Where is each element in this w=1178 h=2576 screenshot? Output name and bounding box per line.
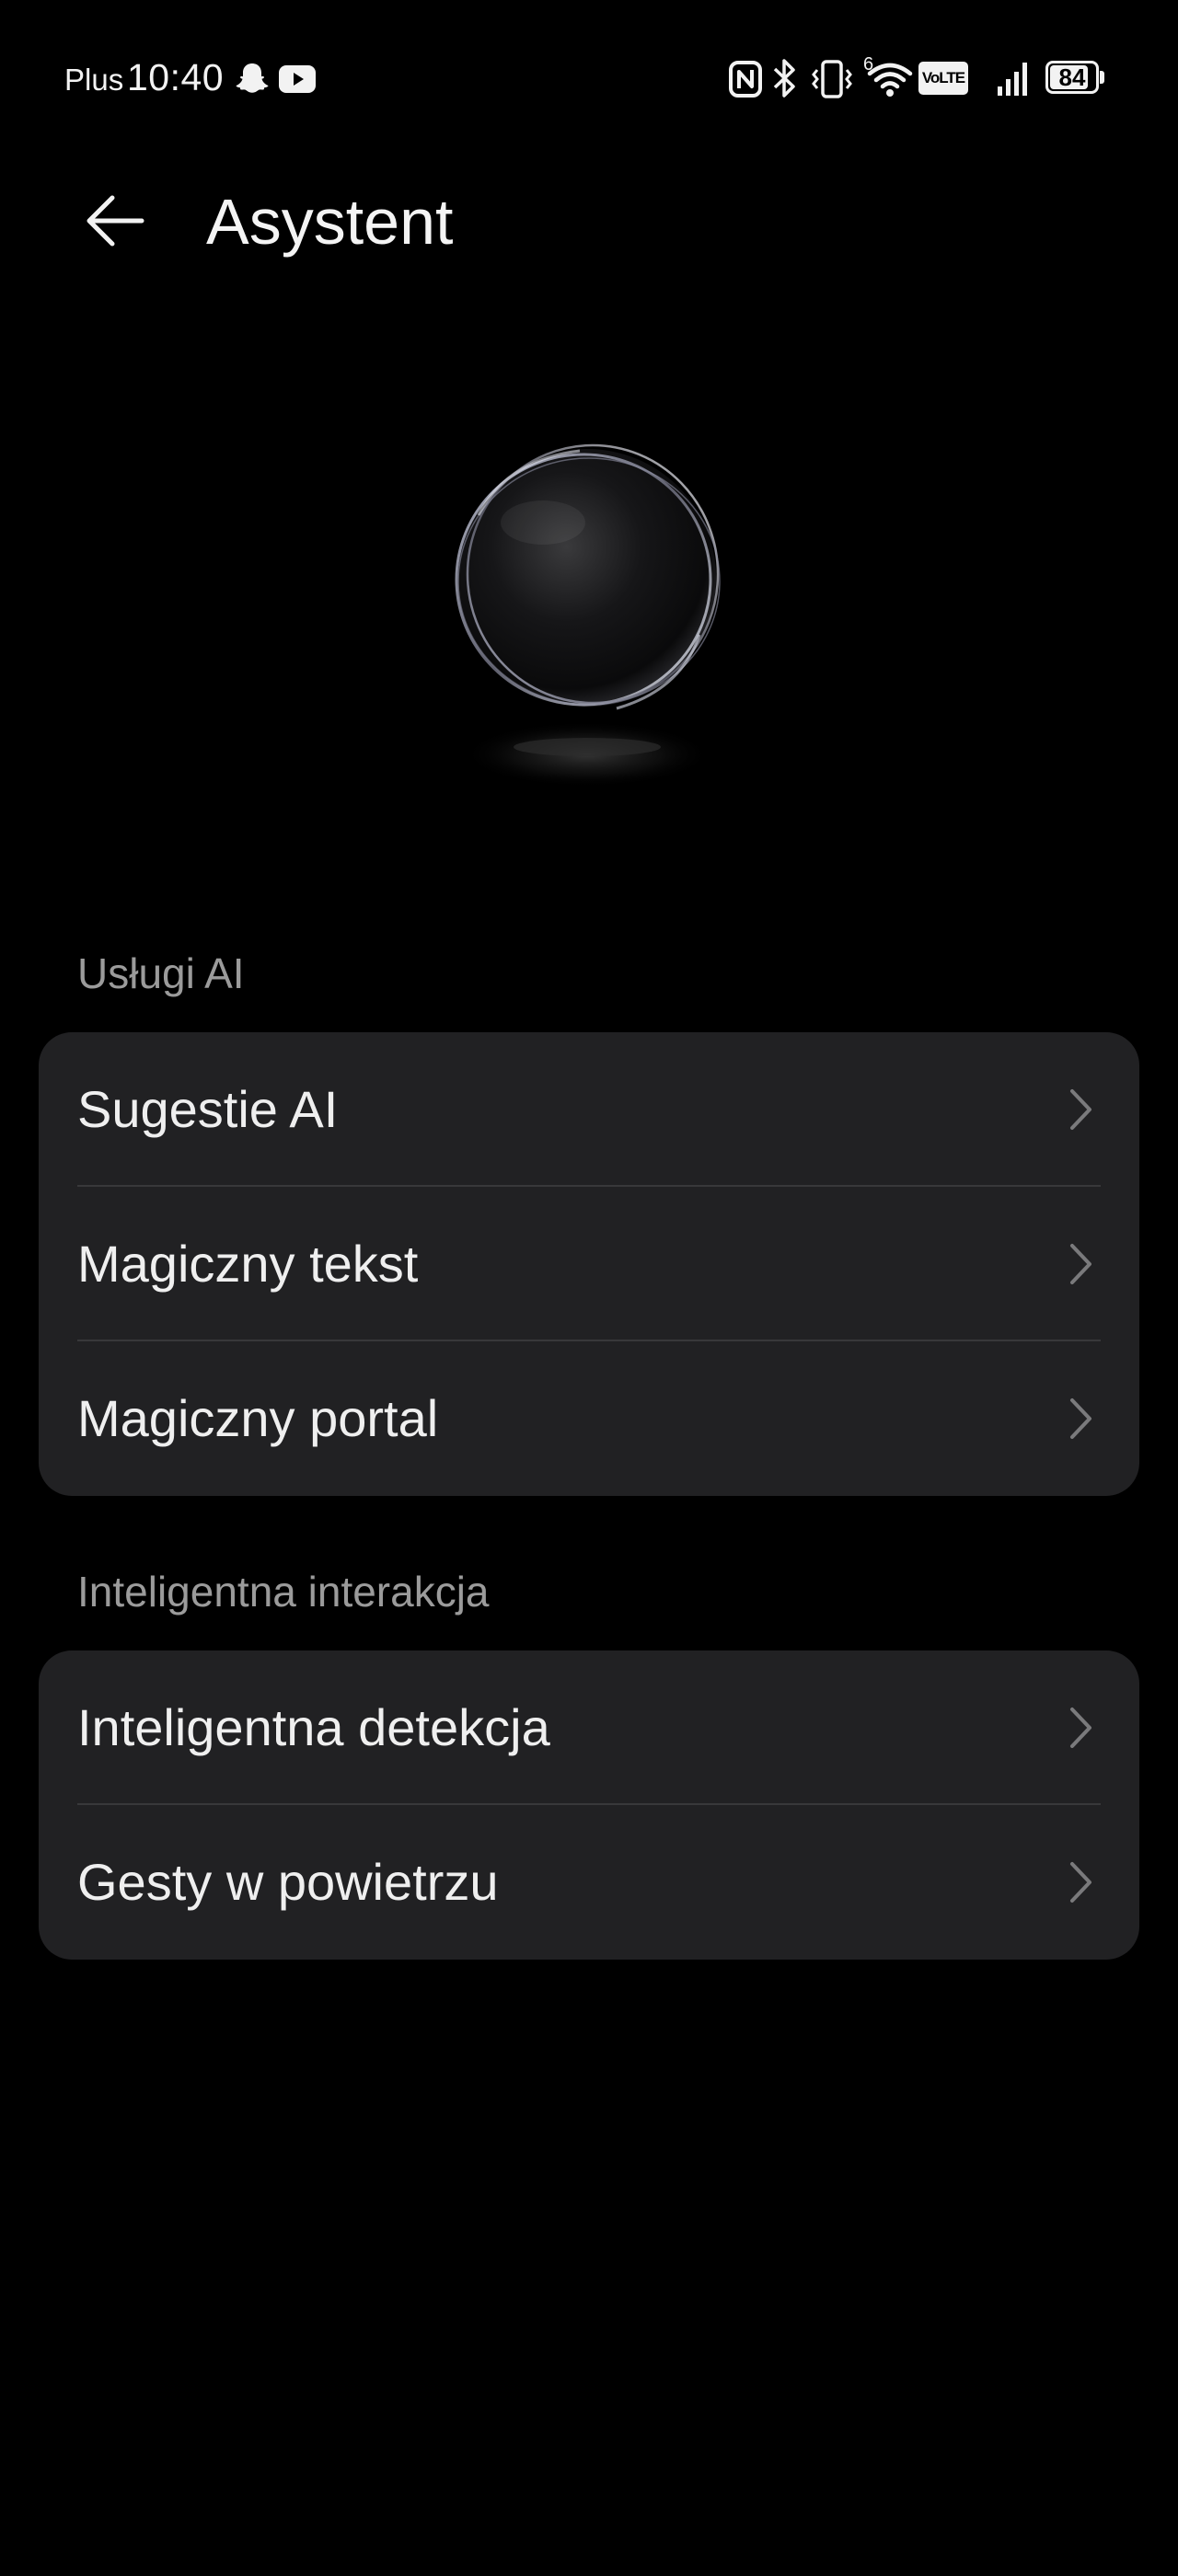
settings-row-air-gestures[interactable]: Gesty w powietrzu <box>39 1805 1139 1960</box>
wifi-icon <box>867 63 913 97</box>
assistant-orb-icon <box>405 405 773 828</box>
status-bar: Plus 10:40 6 VoLTE 84 <box>0 0 1178 156</box>
row-label: Inteligentna detekcja <box>77 1698 550 1756</box>
signal-icon <box>998 63 1027 96</box>
nfc-icon <box>729 61 762 98</box>
row-label: Gesty w powietrzu <box>77 1853 499 1911</box>
battery-icon: 84 <box>1045 61 1104 94</box>
section-title-smart-interaction: Inteligentna interakcja <box>77 1568 490 1616</box>
back-button[interactable] <box>74 179 156 262</box>
chevron-right-icon <box>1070 1862 1091 1903</box>
status-time: 10:40 <box>127 56 225 98</box>
row-label: Magiczny tekst <box>77 1235 419 1293</box>
page-title: Asystent <box>206 186 454 258</box>
youtube-icon <box>279 65 316 93</box>
row-label: Magiczny portal <box>77 1389 439 1447</box>
section-title-ai-services: Usługi AI <box>77 949 245 997</box>
bluetooth-icon <box>773 59 795 98</box>
battery-level: 84 <box>1058 63 1086 91</box>
volte-label: VoLTE <box>921 69 965 86</box>
row-label: Sugestie AI <box>77 1080 339 1138</box>
chevron-right-icon <box>1070 1708 1091 1748</box>
snapchat-icon <box>236 63 269 93</box>
smart-interaction-card: Inteligentna detekcja Gesty w powietrzu <box>39 1650 1139 1960</box>
settings-row-ai-suggestions[interactable]: Sugestie AI <box>39 1032 1139 1187</box>
chevron-right-icon <box>1070 1398 1091 1439</box>
arrow-left-icon <box>87 195 144 247</box>
settings-row-magic-portal[interactable]: Magiczny portal <box>39 1341 1139 1496</box>
chevron-right-icon <box>1070 1244 1091 1284</box>
settings-row-magic-text[interactable]: Magiczny tekst <box>39 1187 1139 1341</box>
vibrate-icon <box>812 60 852 98</box>
ai-services-card: Sugestie AI Magiczny tekst Magiczny port… <box>39 1032 1139 1496</box>
settings-row-smart-detection[interactable]: Inteligentna detekcja <box>39 1650 1139 1805</box>
carrier-name: Plus <box>64 63 124 97</box>
assistant-settings-screen: Plus 10:40 6 VoLTE 84 Asystent Usługi AI… <box>0 0 1178 2576</box>
volte-icon: VoLTE <box>918 62 968 95</box>
chevron-right-icon <box>1070 1089 1091 1130</box>
